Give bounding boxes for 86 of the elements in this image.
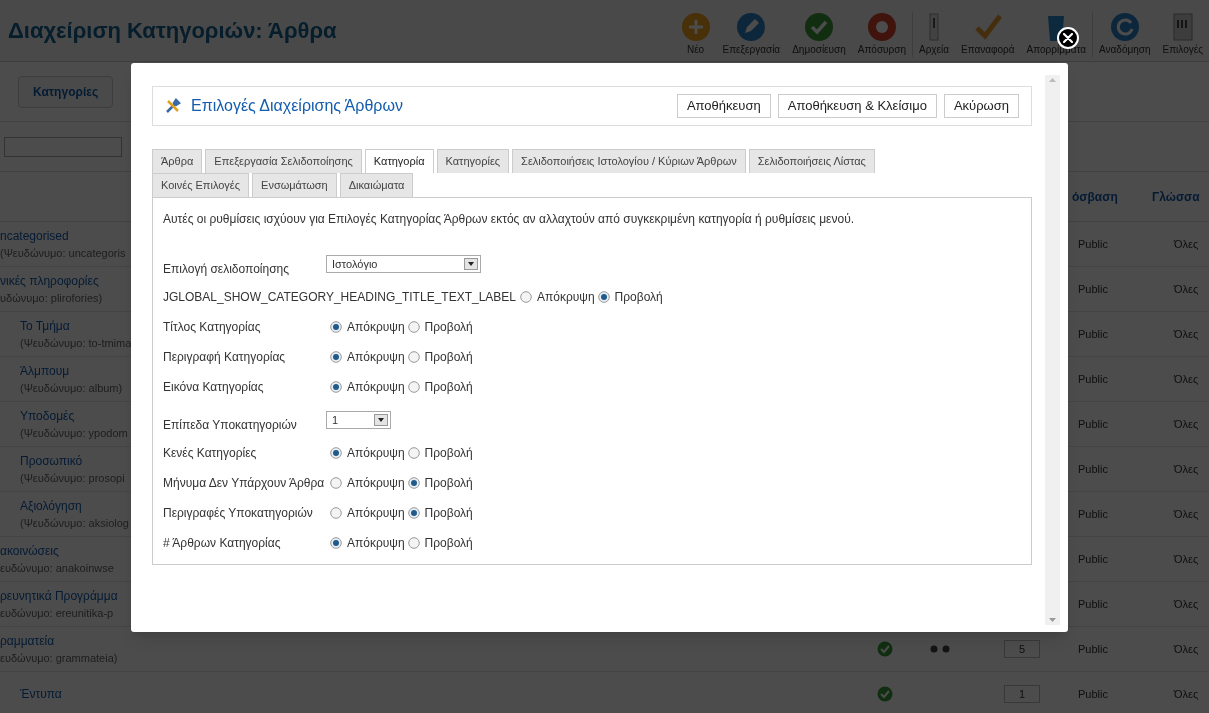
field-label: Επίπεδα Υποκατηγοριών [163, 417, 298, 434]
tab[interactable]: Άρθρα [152, 149, 203, 173]
language-text: Όλες [1172, 596, 1200, 612]
radio-label[interactable]: Απόκρυψη [347, 474, 405, 492]
radio-label[interactable]: Απόκρυψη [347, 318, 405, 336]
radio-label[interactable]: Προβολή [424, 504, 473, 522]
scroll-down-arrow-icon [1049, 618, 1056, 622]
radio-button[interactable] [330, 351, 342, 363]
field-label: # Άρθρων Κατηγορίας [163, 535, 282, 552]
access-text: Public [1077, 686, 1109, 702]
tools-icon [165, 98, 181, 114]
tab[interactable]: Κατηγορία [364, 149, 434, 173]
access-text: Public [1077, 461, 1109, 477]
radio-button[interactable] [407, 321, 420, 333]
radio-button[interactable] [407, 507, 420, 519]
radio-label[interactable]: Προβολή [424, 474, 473, 492]
radio-label[interactable]: Προβολή [424, 348, 473, 366]
radio-label[interactable]: Προβολή [424, 444, 473, 462]
tab[interactable]: Κατηγορίες [436, 149, 510, 173]
field-label: Περιγραφές Υποκατηγοριών [163, 505, 314, 522]
radio-button[interactable] [520, 291, 532, 303]
language-text: Όλες [1172, 281, 1200, 297]
radio-label[interactable]: Προβολή [424, 378, 473, 396]
radio-button[interactable] [597, 291, 610, 303]
radio-button[interactable] [330, 447, 342, 459]
close-icon [1063, 33, 1073, 43]
radio-label[interactable]: Απόκρυψη [347, 534, 405, 552]
scroll-up-arrow-icon [1049, 78, 1056, 82]
language-text: Όλες [1172, 236, 1200, 252]
access-text: Public [1077, 236, 1109, 252]
dialog-button[interactable]: Ακύρωση [943, 94, 1019, 118]
field-label: Επιλογή σελιδοποίησης [163, 261, 291, 278]
dropdown[interactable]: Ιστολόγιο [326, 255, 481, 273]
field-label: JGLOBAL_SHOW_CATEGORY_HEADING_TITLE_TEXT_LABEL [163, 289, 516, 306]
radio-button[interactable] [330, 477, 342, 489]
access-text: Public [1077, 506, 1109, 522]
language-text: Όλες [1172, 506, 1200, 522]
tab[interactable]: Δικαιώματα [339, 173, 414, 197]
radio-button[interactable] [330, 381, 342, 393]
radio-label[interactable]: Απόκρυψη [347, 348, 405, 366]
language-text: Όλες [1172, 551, 1200, 567]
radio-label[interactable]: Απόκρυψη [347, 444, 405, 462]
field-label: Περιγραφή Κατηγορίας [163, 349, 287, 366]
field-label: Εικόνα Κατηγορίας [163, 379, 265, 396]
language-text: Όλες [1172, 371, 1200, 387]
radio-label[interactable]: Απόκρυψη [537, 288, 595, 306]
access-text: Public [1077, 551, 1109, 567]
field-label: Κενές Κατηγορίες [163, 445, 258, 462]
dropdown[interactable]: 1 [326, 411, 391, 429]
page-title: Διαχείριση Κατηγοριών: Άρθρα [8, 17, 337, 45]
radio-button[interactable] [407, 447, 420, 459]
access-text: Public [1077, 416, 1109, 432]
radio-button[interactable] [330, 507, 342, 519]
radio-label[interactable]: Προβολή [424, 318, 473, 336]
access-text: Public [1077, 281, 1109, 297]
field-label: Τίτλος Κατηγορίας [163, 319, 262, 336]
tab[interactable]: Κοινές Επιλογές [152, 173, 250, 197]
description-text: Αυτές οι ρυθμίσεις ισχύουν για Επιλογές Κατηγορίας Άρθρων εκτός αν αλλαχτούν από συγκεκριμένη κατηγορία ή ρυθμίσεις μενού. [163, 211, 856, 228]
dialog-button[interactable]: Αποθήκευση [676, 94, 771, 118]
radio-button[interactable] [407, 537, 420, 549]
tab[interactable]: Επεξεργασία Σελιδοποίησης [205, 149, 362, 173]
access-text: Public [1077, 326, 1109, 342]
access-text: Public [1077, 641, 1109, 657]
language-text: Όλες [1172, 686, 1200, 702]
radio-label[interactable]: Προβολή [424, 534, 473, 552]
radio-label[interactable]: Προβολή [614, 288, 663, 306]
radio-button[interactable] [330, 537, 342, 549]
radio-button[interactable] [330, 321, 342, 333]
radio-button[interactable] [407, 351, 420, 363]
radio-label[interactable]: Απόκρυψη [347, 504, 405, 522]
language-text: Όλες [1172, 416, 1200, 432]
radio-button[interactable] [407, 381, 420, 393]
field-label: Μήνυμα Δεν Υπάρχουν Άρθρα [163, 475, 326, 492]
access-text: Public [1077, 371, 1109, 387]
scrollbar[interactable] [1045, 75, 1060, 625]
access-text: Public [1077, 596, 1109, 612]
tab[interactable]: Ενσωμάτωση [252, 173, 337, 197]
dialog-button[interactable]: Αποθήκευση & Κλείσιμο [777, 94, 937, 118]
radio-button[interactable] [407, 477, 420, 489]
language-text: Όλες [1172, 326, 1200, 342]
radio-label[interactable]: Απόκρυψη [347, 378, 405, 396]
tab[interactable]: Σελιδοποιήσεις Λίστας [748, 149, 875, 173]
language-text: Όλες [1172, 461, 1200, 477]
tab[interactable]: Σελιδοποιήσεις Ιστολογίου / Κύριων Άρθρων [512, 149, 746, 173]
language-text: Όλες [1172, 641, 1200, 657]
dialog-title: Επιλογές Διαχείρισης Άρθρων [191, 96, 403, 116]
